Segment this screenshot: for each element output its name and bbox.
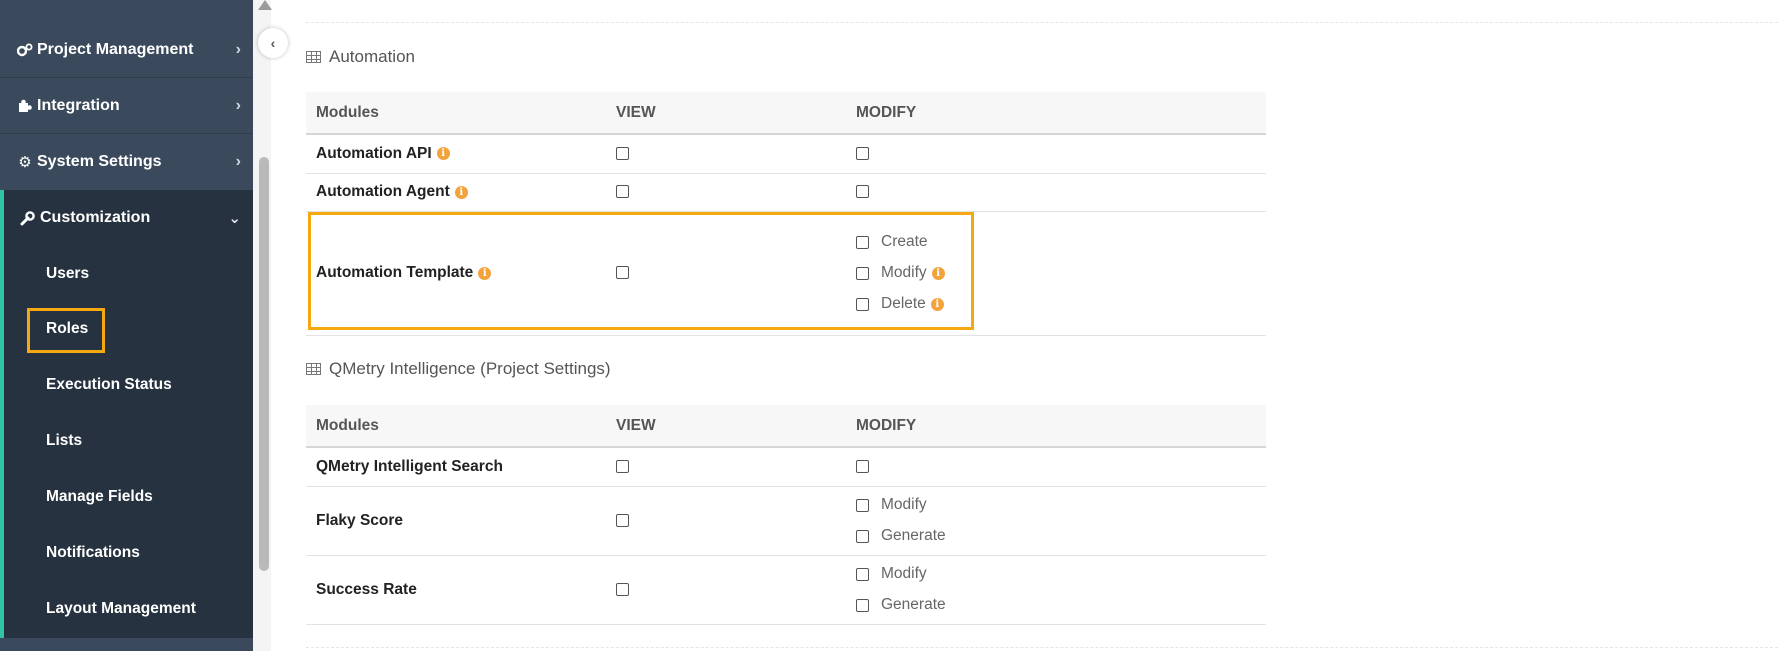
gear-icon: ⚙ bbox=[18, 154, 32, 171]
option-label: Generate bbox=[881, 527, 946, 544]
section-title-text: QMetry Intelligence (Project Settings) bbox=[329, 359, 611, 378]
wrench-icon bbox=[20, 210, 38, 226]
sidebar-item-notifications[interactable]: Notifications bbox=[46, 541, 140, 565]
option-generate[interactable]: Generate bbox=[856, 590, 1266, 621]
module-name: Flaky Score bbox=[316, 511, 404, 529]
header-modify: MODIFY bbox=[846, 405, 1266, 448]
table-row: Success Rate Modify Generate bbox=[306, 555, 1266, 625]
table-row: Automation Agent i bbox=[306, 173, 1266, 212]
header-view: VIEW bbox=[606, 405, 846, 448]
divider bbox=[306, 22, 1778, 23]
module-name: QMetry Intelligent Search bbox=[316, 457, 503, 475]
option-label: Modify bbox=[881, 496, 927, 513]
view-checkbox[interactable] bbox=[616, 185, 629, 199]
active-accent-bar bbox=[0, 190, 4, 638]
sidebar: Project Management › Integration › ⚙ Sys… bbox=[0, 0, 253, 651]
modify-checkbox[interactable] bbox=[856, 460, 869, 474]
nav-label: Customization bbox=[40, 209, 151, 226]
module-name: Automation API i bbox=[316, 145, 450, 163]
option-generate[interactable]: Generate bbox=[856, 521, 1266, 552]
table-row: QMetry Intelligent Search bbox=[306, 447, 1266, 487]
sidebar-bottom bbox=[0, 638, 253, 651]
view-checkbox[interactable] bbox=[616, 460, 629, 474]
header-view: VIEW bbox=[606, 92, 846, 135]
puzzle-icon bbox=[16, 99, 34, 113]
generate-checkbox[interactable] bbox=[856, 529, 869, 543]
qmetry-intelligence-permissions-table: Modules VIEW MODIFY QMetry Intelligent S… bbox=[306, 405, 1266, 625]
nav-project-management[interactable]: Project Management › bbox=[0, 22, 253, 78]
nav-label: System Settings bbox=[37, 153, 162, 170]
table-icon bbox=[306, 51, 321, 63]
sidebar-item-manage-fields[interactable]: Manage Fields bbox=[46, 485, 153, 509]
chevron-right-icon: › bbox=[235, 96, 241, 114]
table-icon bbox=[306, 363, 321, 375]
chevron-left-icon: ‹ bbox=[270, 35, 276, 51]
modify-checkbox[interactable] bbox=[856, 147, 869, 161]
chevron-down-icon: ⌄ bbox=[228, 210, 241, 227]
automation-template-highlight-box bbox=[308, 212, 974, 330]
view-checkbox[interactable] bbox=[616, 582, 629, 596]
header-modify: MODIFY bbox=[846, 92, 1266, 135]
cogs-icon bbox=[16, 43, 34, 57]
table-row: Flaky Score Modify Generate bbox=[306, 486, 1266, 556]
chevron-right-icon: › bbox=[235, 40, 241, 58]
roles-highlight-box bbox=[27, 308, 105, 353]
header-modules: Modules bbox=[306, 92, 606, 135]
customization-submenu bbox=[0, 190, 253, 638]
collapse-sidebar-button[interactable]: ‹ bbox=[258, 28, 288, 58]
nav-customization[interactable]: Customization ⌄ bbox=[4, 190, 253, 246]
option-label: Generate bbox=[881, 596, 946, 613]
view-checkbox[interactable] bbox=[616, 513, 629, 527]
divider bbox=[306, 647, 1778, 648]
info-icon[interactable]: i bbox=[454, 185, 468, 199]
view-checkbox[interactable] bbox=[616, 147, 629, 161]
module-name: Automation Agent i bbox=[316, 183, 468, 201]
chevron-right-icon: › bbox=[235, 153, 241, 170]
info-icon[interactable]: i bbox=[436, 147, 450, 161]
generate-checkbox[interactable] bbox=[856, 598, 869, 612]
section-title-text: Automation bbox=[329, 47, 415, 66]
nav-label: Integration bbox=[37, 96, 120, 114]
option-modify[interactable]: Modify bbox=[856, 490, 1266, 521]
sidebar-item-lists[interactable]: Lists bbox=[46, 429, 82, 453]
header-modules: Modules bbox=[306, 405, 606, 448]
sidebar-item-layout-management[interactable]: Layout Management bbox=[46, 597, 196, 621]
scroll-up-arrow-icon[interactable] bbox=[258, 0, 272, 10]
nav-label: Project Management bbox=[37, 40, 194, 58]
modify-checkbox[interactable] bbox=[856, 498, 869, 512]
section-title-automation: Automation bbox=[306, 47, 415, 67]
sidebar-item-execution-status[interactable]: Execution Status bbox=[46, 373, 172, 397]
nav-integration[interactable]: Integration › bbox=[0, 78, 253, 134]
option-label: Modify bbox=[881, 565, 927, 582]
option-modify[interactable]: Modify bbox=[856, 559, 1266, 590]
scrollbar-thumb[interactable] bbox=[259, 157, 269, 571]
nav-system-settings[interactable]: ⚙ System Settings › bbox=[0, 134, 253, 190]
sidebar-item-users[interactable]: Users bbox=[46, 262, 89, 286]
modify-checkbox[interactable] bbox=[856, 567, 869, 581]
section-title-qmetry-intelligence: QMetry Intelligence (Project Settings) bbox=[306, 359, 611, 379]
modify-checkbox[interactable] bbox=[856, 185, 869, 199]
module-name: Success Rate bbox=[316, 580, 417, 598]
table-row: Automation API i bbox=[306, 134, 1266, 174]
